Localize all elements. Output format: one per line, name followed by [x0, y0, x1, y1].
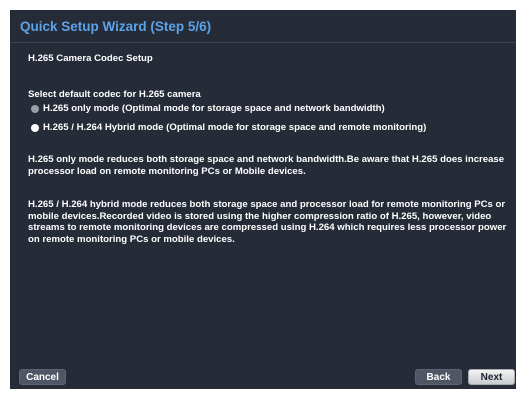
radio-selected-icon[interactable] — [31, 123, 39, 132]
radio-option-hybrid[interactable]: H.265 / H.264 Hybrid mode (Optimal mode … — [31, 122, 426, 133]
back-button[interactable]: Back — [415, 369, 462, 385]
radio-option-label: H.265 / H.264 Hybrid mode (Optimal mode … — [43, 122, 427, 133]
hybrid-description: H.265 / H.264 hybrid mode reduces both s… — [28, 199, 507, 245]
section-heading: H.265 Camera Codec Setup — [28, 53, 153, 64]
h265-only-description: H.265 only mode reduces both storage spa… — [28, 154, 505, 177]
radio-unselected-icon[interactable] — [31, 104, 39, 113]
radio-option-label: H.265 only mode (Optimal mode for storag… — [43, 103, 385, 114]
title-divider — [10, 42, 516, 43]
codec-prompt: Select default codec for H.265 camera — [28, 89, 201, 100]
next-button[interactable]: Next — [468, 369, 515, 385]
cancel-button[interactable]: Cancel — [19, 369, 66, 385]
radio-option-h265-only[interactable]: H.265 only mode (Optimal mode for storag… — [31, 103, 385, 114]
quick-setup-wizard-panel: Quick Setup Wizard (Step 5/6) H.265 Came… — [10, 10, 516, 389]
wizard-title: Quick Setup Wizard (Step 5/6) — [20, 19, 212, 34]
